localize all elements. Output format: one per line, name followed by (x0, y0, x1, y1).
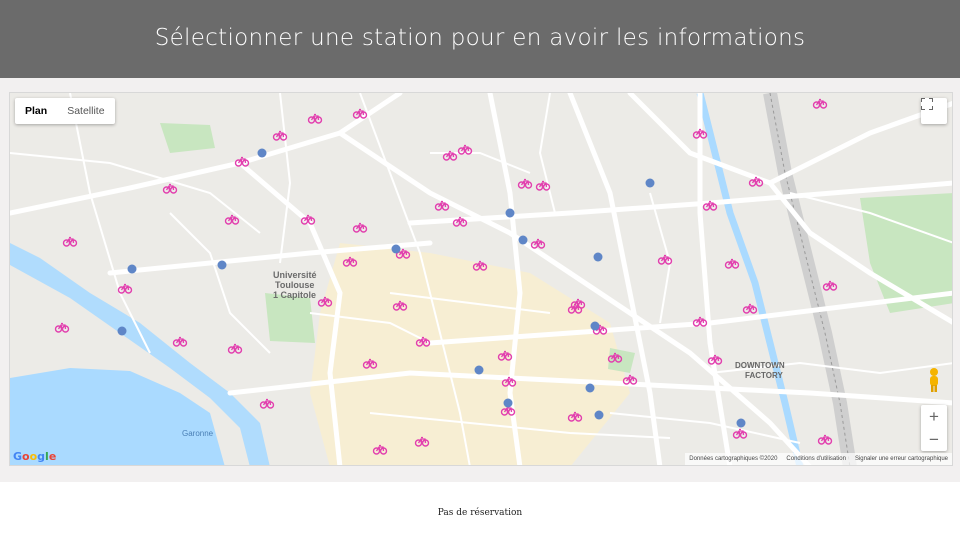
station-map[interactable]: Université Toulouse 1 Capitole Garonne D… (9, 92, 953, 466)
map-terms-link[interactable]: Conditions d'utilisation (786, 456, 846, 462)
poi-marker[interactable] (736, 418, 746, 428)
poi-marker[interactable] (391, 244, 401, 254)
svg-text:Garonne: Garonne (182, 429, 214, 438)
svg-text:DOWNTOWN: DOWNTOWN (735, 361, 785, 370)
zoom-out-button[interactable]: − (921, 428, 947, 451)
svg-text:1 Capitole: 1 Capitole (273, 290, 316, 300)
poi-marker[interactable] (590, 321, 600, 331)
poi-marker[interactable] (593, 252, 603, 262)
svg-text:FACTORY: FACTORY (745, 371, 783, 380)
poi-marker[interactable] (594, 410, 604, 420)
poi-marker[interactable] (257, 148, 267, 158)
map-report-link[interactable]: Signaler une erreur cartographique (855, 456, 948, 462)
poi-marker[interactable] (503, 398, 513, 408)
page-header: Sélectionner une station pour en avoir l… (0, 0, 960, 78)
map-type-satellite-button[interactable]: Satellite (57, 98, 114, 124)
fullscreen-icon (921, 98, 933, 110)
poi-marker[interactable] (117, 326, 127, 336)
poi-marker[interactable] (585, 383, 595, 393)
map-canvas[interactable]: Université Toulouse 1 Capitole Garonne D… (10, 93, 953, 466)
page-title: Sélectionner une station pour en avoir l… (154, 25, 806, 51)
fullscreen-button[interactable] (921, 98, 947, 124)
zoom-in-button[interactable]: + (921, 405, 947, 428)
poi-marker[interactable] (518, 235, 528, 245)
poi-marker[interactable] (505, 208, 515, 218)
map-section: Université Toulouse 1 Capitole Garonne D… (0, 78, 960, 482)
google-logo: Google (13, 450, 57, 463)
poi-marker[interactable] (217, 260, 227, 270)
reservation-status: Pas de réservation (437, 508, 523, 518)
zoom-control: + − (921, 405, 947, 451)
map-type-control: Plan Satellite (15, 98, 115, 124)
map-attribution-bar: Données cartographiques ©2020 Conditions… (685, 453, 952, 465)
poi-marker[interactable] (474, 365, 484, 375)
poi-marker[interactable] (127, 264, 137, 274)
pegman-icon (930, 368, 938, 392)
svg-text:Université: Université (273, 270, 317, 280)
map-attribution: Données cartographiques ©2020 (689, 456, 778, 462)
poi-marker[interactable] (645, 178, 655, 188)
street-view-pegman[interactable] (925, 367, 943, 393)
map-type-plan-button[interactable]: Plan (15, 98, 57, 124)
svg-text:Toulouse: Toulouse (275, 280, 314, 290)
